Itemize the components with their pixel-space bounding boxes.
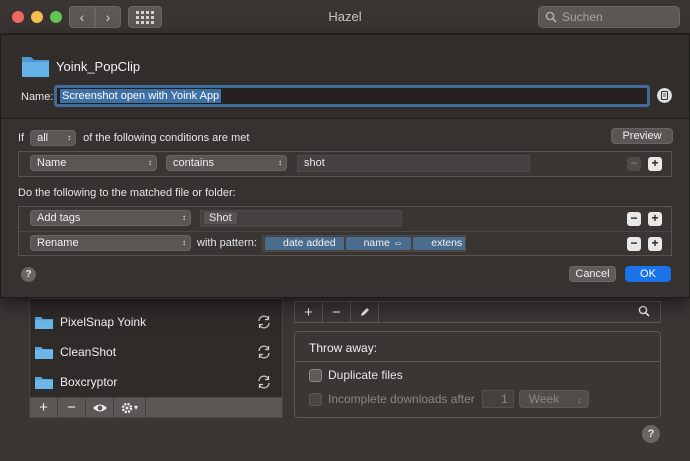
gear-menu-button[interactable]: ▾ — [114, 398, 146, 417]
add-folder-button[interactable]: + — [30, 398, 58, 417]
rule-name-value: Screenshot open with Yoink App — [60, 89, 222, 103]
search-icon — [638, 305, 650, 317]
tags-field[interactable]: Shot — [200, 210, 402, 227]
folder-name: PixelSnap Yoink — [60, 315, 147, 329]
edit-rule-button[interactable] — [351, 302, 379, 322]
folder-name: CleanShot — [60, 345, 117, 359]
cancel-button[interactable]: Cancel — [569, 266, 616, 282]
search-placeholder: Suchen — [562, 10, 603, 24]
folder-list-toolbar: + − ▾ — [29, 397, 283, 418]
rename-pattern-field[interactable]: date added name ⇔ extens — [262, 235, 466, 252]
throw-away-panel: Throw away: Duplicate files Incomplete d… — [294, 331, 661, 418]
period-value: Week — [528, 392, 560, 406]
rules-toolbar: + − — [294, 301, 661, 323]
conditions-list: Name ↕ contains ↕ shot − + — [18, 151, 672, 177]
preview-button[interactable]: Preview — [611, 128, 673, 144]
attribute-select[interactable]: Name ↕ — [30, 155, 157, 171]
operator-value: contains — [173, 157, 214, 169]
sync-icon — [258, 315, 270, 329]
if-label: If — [18, 132, 25, 144]
add-condition-button[interactable]: + — [648, 157, 662, 171]
pattern-label: with pattern: — [197, 237, 257, 249]
folder-icon — [35, 316, 53, 329]
condition-value-field[interactable]: shot — [297, 155, 530, 172]
divider — [295, 361, 660, 362]
list-item[interactable]: Boxcryptor — [30, 367, 282, 397]
pattern-token[interactable]: date added — [265, 237, 344, 250]
gear-icon — [121, 402, 133, 413]
rule-name-field[interactable]: Screenshot open with Yoink App — [54, 85, 650, 107]
title-bar: ‹ › Hazel Suchen — [0, 0, 690, 34]
action-value: Add tags — [37, 212, 81, 224]
chevron-updown-icon: ↕ — [577, 395, 582, 405]
match-value: all — [37, 132, 49, 144]
match-select[interactable]: all ↕ — [30, 130, 77, 146]
sheet-help-button[interactable]: ? — [21, 267, 36, 282]
attribute-value: Name — [37, 157, 67, 169]
remove-action-button[interactable]: − — [627, 212, 641, 226]
period-select[interactable]: Week ↕ — [518, 390, 589, 408]
document-icon[interactable] — [657, 88, 672, 103]
match-row: If all ↕ of the following conditions are… — [18, 130, 249, 146]
conditions-suffix: of the following conditions are met — [83, 132, 250, 144]
folder-title: Yoink_PopClip — [56, 59, 141, 74]
rules-search-button[interactable] — [638, 305, 650, 320]
sync-icon — [258, 375, 270, 389]
throw-away-title: Throw away: — [309, 341, 378, 355]
action-value: Rename — [37, 237, 79, 249]
action-row: Rename ↕ with pattern: date added name ⇔… — [19, 231, 671, 255]
eye-icon — [92, 404, 107, 411]
action-select[interactable]: Rename ↕ — [30, 235, 191, 251]
add-action-button[interactable]: + — [648, 237, 662, 251]
ok-button[interactable]: OK — [625, 266, 671, 282]
incomplete-count-field[interactable]: 1 — [481, 390, 514, 408]
chevron-updown-icon: ↕ — [278, 158, 282, 167]
operator-select[interactable]: contains ↕ — [166, 155, 287, 171]
pencil-icon — [360, 308, 369, 316]
eye-button[interactable] — [86, 398, 114, 417]
action-row: Add tags ↕ Shot − + — [19, 207, 671, 231]
duplicate-files-label: Duplicate files — [328, 368, 403, 382]
rule-editor-sheet: Yoink_PopClip Name: Screenshot open with… — [0, 34, 690, 298]
search-icon — [545, 11, 557, 23]
chevron-updown-icon: ↕ — [148, 158, 152, 167]
add-action-button[interactable]: + — [648, 212, 662, 226]
actions-list: Add tags ↕ Shot − + Rename ↕ with patter… — [18, 206, 672, 256]
search-field[interactable]: Suchen — [538, 6, 680, 28]
pattern-token[interactable]: extens — [413, 237, 465, 250]
chevron-updown-icon: ↕ — [182, 213, 186, 222]
duplicate-files-checkbox[interactable] — [309, 368, 322, 382]
action-select[interactable]: Add tags ↕ — [30, 210, 191, 226]
name-label: Name: — [21, 91, 54, 103]
duplicate-files-option[interactable]: Duplicate files — [309, 368, 403, 382]
incomplete-downloads-label: Incomplete downloads after — [328, 392, 475, 406]
incomplete-downloads-checkbox[interactable] — [309, 392, 322, 406]
tag-token: Shot — [204, 212, 237, 224]
folder-icon — [22, 57, 49, 77]
folder-name: Boxcryptor — [60, 375, 118, 389]
condition-row: Name ↕ contains ↕ shot − + — [19, 152, 671, 176]
list-item[interactable]: CleanShot — [30, 337, 282, 367]
help-button[interactable]: ? — [642, 425, 660, 443]
folder-icon — [35, 376, 53, 389]
sync-icon — [258, 345, 270, 359]
add-rule-button[interactable]: + — [295, 302, 323, 322]
list-item[interactable]: PixelSnap Yoink — [30, 307, 282, 337]
remove-condition-button[interactable]: − — [627, 157, 641, 171]
remove-rule-button[interactable]: − — [323, 302, 351, 322]
chevron-updown-icon: ↕ — [182, 238, 186, 247]
chevron-updown-icon: ↕ — [67, 133, 72, 142]
chevron-down-icon: ▾ — [133, 403, 138, 412]
pattern-token[interactable]: name ⇔ — [345, 237, 412, 250]
folder-list[interactable]: PixelSnap Yoink CleanShot Boxcryptor — [29, 298, 283, 398]
folder-icon — [35, 346, 53, 359]
actions-label: Do the following to the matched file or … — [18, 187, 236, 199]
remove-action-button[interactable]: − — [627, 237, 641, 251]
remove-folder-button[interactable]: − — [58, 398, 86, 417]
incomplete-downloads-option[interactable]: Incomplete downloads after 1 Week ↕ — [309, 390, 589, 408]
